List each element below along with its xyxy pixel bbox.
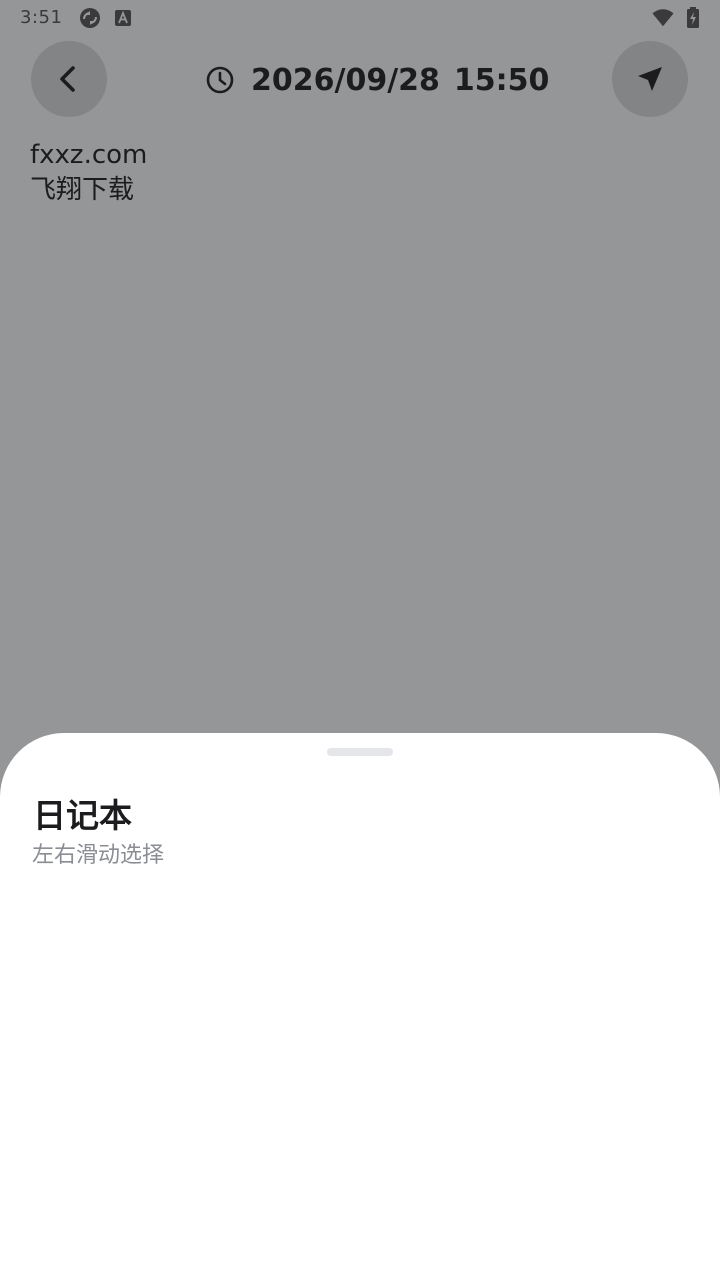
send-icon [638, 67, 662, 91]
wifi-icon [652, 7, 674, 29]
sheet-subtitle: 左右滑动选择 [32, 843, 165, 868]
battery-charging-icon [682, 7, 704, 29]
status-time: 3:51 [20, 7, 63, 28]
note-time: 15:50 [453, 62, 550, 98]
notebook-bottom-sheet[interactable]: 日记本 左右滑动选择 [0, 733, 720, 1280]
note-line: 飞翔下载 [30, 175, 135, 205]
note-line: fxxz.com [30, 140, 148, 170]
back-button[interactable] [31, 41, 107, 117]
note-content[interactable]: fxxz.com 飞翔下载 [30, 138, 690, 208]
note-datetime[interactable]: 2026/09/28 15:50 [205, 58, 549, 102]
send-button[interactable] [612, 41, 688, 117]
status-bar: 3:51 [0, 0, 720, 36]
sync-icon [79, 7, 101, 29]
screen: 3:51 2026/09/28 15:50 fxxz.com 飞翔下载 日记本 … [0, 0, 720, 1280]
note-date: 2026/09/28 [251, 62, 440, 98]
chevron-left-icon [60, 66, 75, 92]
font-app-icon [112, 7, 134, 29]
sheet-title: 日记本 [33, 796, 132, 835]
sheet-drag-handle[interactable] [327, 748, 393, 756]
clock-icon [205, 65, 235, 95]
